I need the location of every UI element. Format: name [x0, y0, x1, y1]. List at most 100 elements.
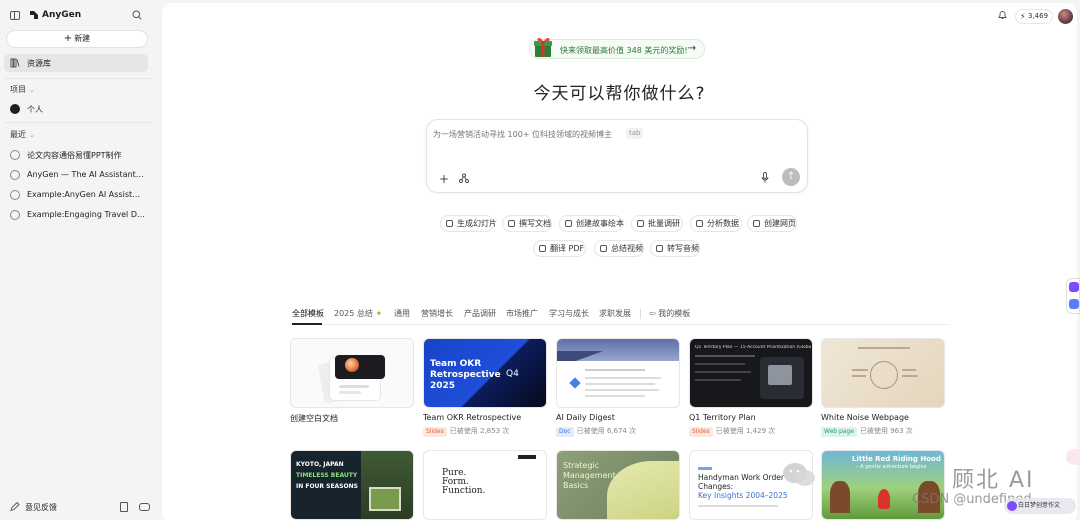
template-title: Team OKR Retrospective [423, 413, 522, 422]
chip-label: 创建网页 [764, 219, 796, 228]
assistant-icon[interactable] [1069, 282, 1079, 292]
thumb-line: Strategic [563, 461, 600, 470]
sidebar-item-personal[interactable]: 个人 [4, 100, 148, 118]
template-thumbnail: Little Red Riding Hood – A gentle advent… [821, 450, 945, 520]
template-card-red-riding-hood[interactable]: Little Red Riding Hood – A gentle advent… [821, 450, 945, 520]
send-button[interactable]: ↑ [782, 168, 800, 186]
template-card-okr[interactable]: Team OKR Retrospective 2025 Q4 Team OKR … [423, 338, 547, 437]
template-meta: Doc 已被使用 6,674 次 [556, 426, 680, 437]
recent-item[interactable]: 论文内容通俗易懂PPT制作 [4, 146, 148, 164]
template-meta: Web page 已被使用 963 次 [821, 426, 945, 437]
feedback-link[interactable]: 意见反馈 [25, 502, 57, 513]
tabs-divider [290, 324, 950, 325]
active-tab-indicator [292, 323, 322, 325]
tab-2025-summary[interactable]: 2025 总结 ✦ [334, 308, 382, 319]
thumb-quarter: Q4 [506, 369, 519, 379]
chip-label: 白日梦创意作文 [1018, 502, 1061, 509]
chevron-down-icon: ⌄ [29, 131, 35, 139]
chip-transcribe-audio[interactable]: 转写音频 [650, 240, 700, 257]
format-badge: Slides [423, 427, 447, 437]
template-thumbnail: KYOTO, JAPAN TIMELESS BEAUTY IN FOUR SEA… [290, 450, 414, 520]
chip-translate-pdf[interactable]: 翻译 PDF [533, 240, 586, 257]
format-badge: Web page [821, 427, 857, 437]
sidebar-item-label: 资源库 [27, 59, 51, 68]
thumb-line: IN FOUR SEASONS [296, 483, 358, 490]
microphone-icon[interactable] [761, 172, 769, 183]
tab-market-promotion[interactable]: 市场推广 [506, 308, 538, 319]
document-icon[interactable] [120, 502, 128, 512]
template-meta: Slides 已被使用 2,853 次 [423, 426, 547, 437]
usage-count: 已被使用 1,429 次 [715, 427, 776, 435]
template-card-ai-digest[interactable]: AI Daily Digest Doc 已被使用 6,674 次 [556, 338, 680, 437]
sidebar-toggle-icon[interactable] [10, 11, 20, 20]
recent-item[interactable]: Example:AnyGen AI Assistant f... [4, 186, 148, 204]
thumb-line: Little Red Riding Hood [852, 455, 941, 463]
tab-general[interactable]: 通用 [394, 308, 410, 319]
chip-label: 生成幻灯片 [457, 219, 497, 228]
recent-item[interactable]: Example:Engaging Travel Desti... [4, 206, 148, 224]
translate-icon[interactable] [1069, 299, 1079, 309]
chip-create-webpage[interactable]: 创建网页 [747, 215, 797, 232]
bell-icon[interactable] [998, 10, 1007, 20]
gift-icon [534, 37, 552, 57]
prompt-input[interactable] [433, 127, 653, 141]
tab-learning-growth[interactable]: 学习与成长 [549, 308, 589, 319]
divider [4, 122, 152, 123]
template-card-blank[interactable]: 创建空白文档 [290, 338, 414, 424]
add-attachment-button[interactable]: + [439, 172, 449, 186]
thumb-line: Function. [442, 486, 486, 496]
chip-generate-slides[interactable]: 生成幻灯片 [440, 215, 497, 232]
tools-icon[interactable] [459, 173, 469, 183]
watermark-chip: 白日梦创意作文 [1004, 498, 1076, 514]
chip-batch-research[interactable]: 批量调研 [631, 215, 683, 232]
template-card-white-noise[interactable]: White Noise Webpage Web page 已被使用 963 次 [821, 338, 945, 437]
template-title: Q1 Territory Plan [689, 413, 756, 422]
template-thumbnail [290, 338, 414, 408]
tab-marketing-growth[interactable]: 营销增长 [421, 308, 453, 319]
chip-storybook[interactable]: 创建故事绘本 [559, 215, 624, 232]
discord-icon[interactable] [139, 503, 150, 511]
tab-my-templates[interactable]: ⇦ 我的模板 [649, 308, 690, 319]
app-name: AnyGen [42, 10, 82, 20]
chip-label: 分析数据 [707, 219, 739, 228]
floating-pink-tab[interactable] [1066, 449, 1080, 465]
library-icon [10, 58, 20, 68]
template-card-q1-plan[interactable]: Q1 Territory Plan — 15-Account Prioritiz… [689, 338, 813, 437]
new-button[interactable]: + 新建 [6, 30, 148, 48]
recent-section-header[interactable]: 最近 ⌄ [10, 129, 35, 140]
template-thumbnail: Pure. Form. Function. [423, 450, 547, 520]
projects-section-header[interactable]: 项目 ⌄ [10, 84, 35, 95]
recent-item-label: Example:Engaging Travel Desti... [27, 210, 145, 219]
chip-label: 转写音频 [667, 244, 699, 253]
bee-icon: ✦ [375, 309, 383, 318]
translate-icon [539, 245, 546, 252]
tab-career[interactable]: 求职发展 [599, 308, 631, 319]
template-thumbnail: Team OKR Retrospective 2025 Q4 [423, 338, 547, 408]
chip-write-doc[interactable]: 撰写文档 [502, 215, 552, 232]
search-icon[interactable] [132, 10, 142, 20]
chip-label: 批量调研 [648, 219, 680, 228]
prompt-box[interactable]: tab + ↑ [426, 119, 808, 193]
template-card-kyoto[interactable]: KYOTO, JAPAN TIMELESS BEAUTY IN FOUR SEA… [290, 450, 414, 520]
thumb-line: Key Insights 2004–2025 [698, 491, 788, 500]
promo-banner[interactable]: 快来领取最高价值 348 美元的奖励! → [529, 37, 705, 59]
section-label: 项目 [10, 85, 26, 94]
credits-badge[interactable]: ⚡ 3,469 [1015, 9, 1053, 24]
chip-avatar-icon [1007, 501, 1017, 511]
template-card-strategic[interactable]: Strategic Management Basics [556, 450, 680, 520]
tab-all-templates[interactable]: 全部模板 [292, 308, 324, 319]
credits-count: 3,469 [1028, 12, 1049, 20]
top-right-controls: ⚡ 3,469 [987, 9, 1077, 25]
feedback-icon [10, 502, 20, 512]
thumb-line: Changes: [698, 482, 734, 491]
recent-item[interactable]: AnyGen — The AI Assistant Buil... [4, 166, 148, 184]
chip-label: 撰写文档 [519, 219, 551, 228]
floating-assistant-dock[interactable] [1066, 278, 1080, 314]
tab-product-research[interactable]: 产品调研 [464, 308, 496, 319]
chip-analyze-data[interactable]: 分析数据 [690, 215, 742, 232]
avatar[interactable] [1058, 9, 1073, 24]
sidebar-item-library[interactable]: 资源库 [4, 54, 148, 72]
thumb-line: Management [563, 471, 616, 480]
template-card-pure-form[interactable]: Pure. Form. Function. [423, 450, 547, 520]
chip-summarize-video[interactable]: 总结视频 [594, 240, 644, 257]
